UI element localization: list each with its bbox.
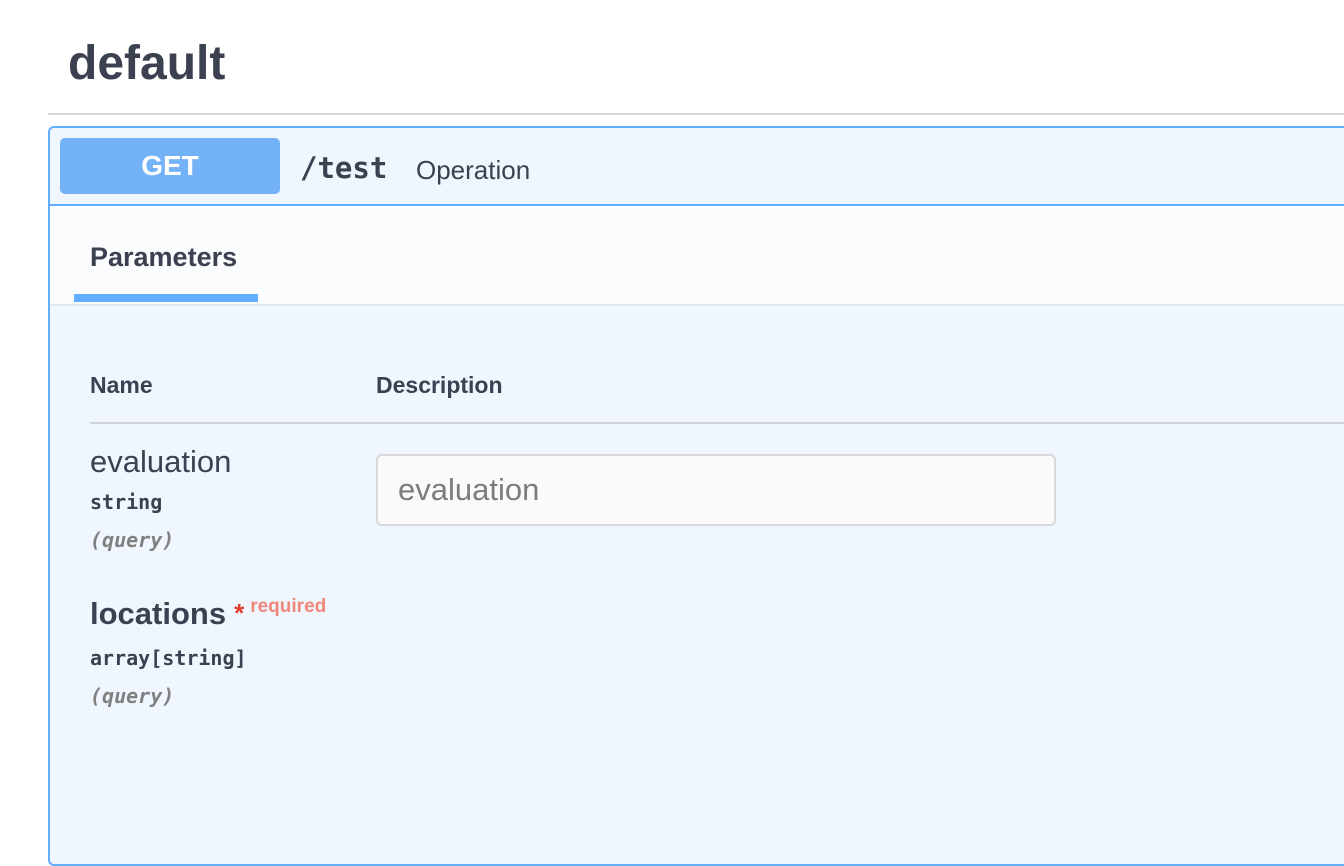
required-label: required	[250, 596, 327, 617]
tag-section-header[interactable]: default	[48, 0, 1344, 115]
operation-block: GET /test Operation Parameters Name Desc…	[48, 126, 1344, 866]
tab-parameters[interactable]: Parameters	[74, 206, 258, 304]
parameter-type: string	[90, 490, 163, 514]
tab-header: Parameters	[50, 206, 1344, 306]
operation-summary-text: Operation	[416, 155, 531, 185]
parameter-name: locations	[90, 596, 227, 631]
evaluation-input[interactable]	[376, 454, 1056, 526]
section-title: default	[68, 37, 226, 90]
column-header-name: Name	[90, 372, 153, 398]
parameter-name: evaluation	[90, 444, 232, 479]
parameter-type: array[string]	[90, 646, 247, 670]
tab-label: Parameters	[90, 242, 238, 272]
required-star: *	[234, 598, 245, 628]
header-divider	[90, 422, 1344, 424]
parameter-name-wrapper: locations * required	[90, 594, 326, 639]
operation-path: /test	[300, 151, 388, 185]
parameter-location: (query)	[90, 528, 175, 552]
method-badge: GET	[60, 138, 280, 194]
parameter-location: (query)	[90, 684, 175, 708]
column-header-description: Description	[376, 372, 503, 398]
active-tab-indicator	[74, 294, 258, 302]
operation-summary[interactable]: GET /test Operation	[50, 128, 1344, 206]
